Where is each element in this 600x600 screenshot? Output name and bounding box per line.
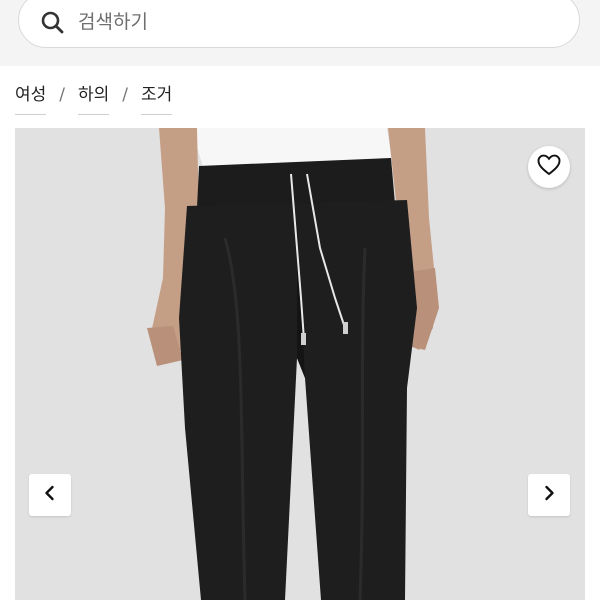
prev-image-button[interactable] xyxy=(29,474,71,516)
breadcrumb-item-women[interactable]: 여성 xyxy=(15,82,47,115)
breadcrumb: 여성 / 하의 / 조거 xyxy=(15,82,173,118)
product-image-area[interactable] xyxy=(15,128,585,600)
breadcrumb-separator: / xyxy=(59,85,66,105)
chevron-left-icon xyxy=(42,484,58,506)
heart-icon xyxy=(537,154,561,180)
next-image-button[interactable] xyxy=(528,474,570,516)
search-input[interactable] xyxy=(78,6,558,38)
breadcrumb-separator: / xyxy=(122,85,129,105)
favorite-button[interactable] xyxy=(528,146,570,188)
breadcrumb-item-joggers[interactable]: 조거 xyxy=(141,82,173,115)
product-photo xyxy=(15,128,585,600)
chevron-right-icon xyxy=(541,484,557,506)
breadcrumb-item-bottoms[interactable]: 하의 xyxy=(78,82,110,115)
search-icon[interactable] xyxy=(38,8,68,38)
